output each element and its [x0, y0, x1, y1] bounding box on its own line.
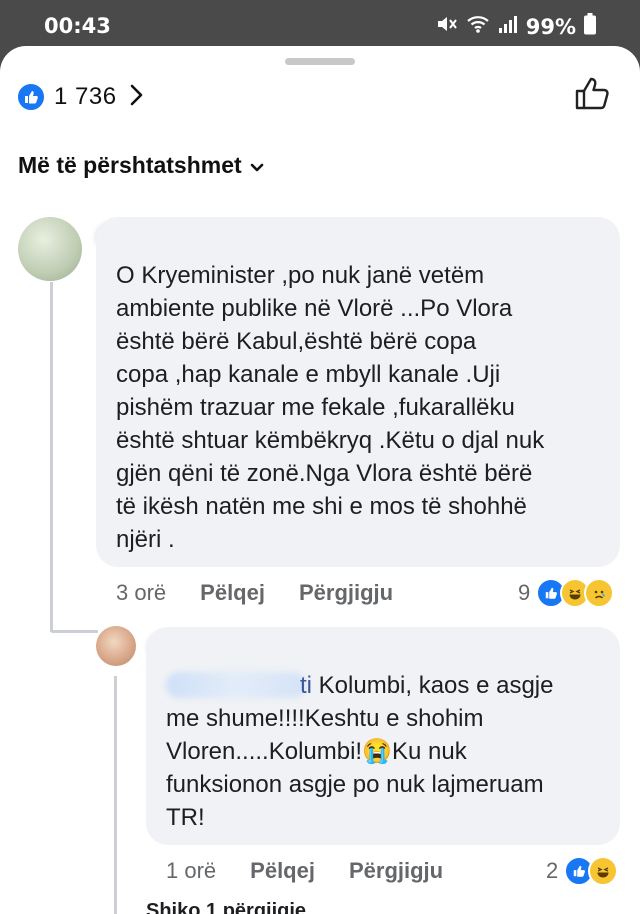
sad-emoji-icon: [584, 578, 615, 608]
comments-sheet: 1 736 Më të përshtatshmet O Kryeminister…: [0, 46, 640, 914]
chevron-down-icon: [242, 152, 264, 179]
comment-text: O Kryeminister ,po nuk janë vetëm ambien…: [116, 262, 545, 553]
thread-line: [50, 282, 53, 632]
comment-time[interactable]: 3 orë: [116, 580, 166, 606]
reply-actions: 1 orë Pëlqej Përgjigju: [166, 858, 477, 884]
reply-button[interactable]: Përgjigju: [349, 858, 443, 884]
avatar[interactable]: [18, 217, 82, 281]
reply-button[interactable]: Përgjigju: [299, 580, 393, 606]
reply-thread-line: [114, 676, 117, 914]
status-bar: 00:43 99%: [0, 0, 640, 46]
comment-actions: 3 orë Pëlqej Përgjigju: [116, 580, 427, 606]
sort-dropdown[interactable]: Më të përshtatshmet: [18, 152, 264, 179]
status-icons: 99%: [436, 13, 596, 40]
battery-icon: [584, 13, 596, 40]
signal-icon: [498, 14, 518, 39]
sort-label: Më të përshtatshmet: [18, 152, 242, 178]
thread-connector: [50, 630, 98, 633]
mute-icon: [436, 14, 458, 39]
comment-reactions[interactable]: 9: [518, 578, 615, 608]
status-time: 00:43: [44, 14, 111, 38]
haha-emoji-icon: [588, 856, 619, 886]
reactions-summary[interactable]: 1 736: [16, 82, 143, 112]
like-badge-icon: [16, 82, 46, 112]
reaction-count: 1 736: [54, 83, 117, 110]
wifi-icon: [466, 14, 490, 39]
mention-link[interactable]: ti: [166, 672, 312, 699]
like-button[interactable]: Pëlqej: [250, 858, 315, 884]
comment-reaction-count: 9: [518, 580, 531, 605]
thumbs-up-icon[interactable]: [574, 76, 610, 115]
view-replies-link[interactable]: Shiko 1 përgjigje: [146, 900, 306, 914]
reply-reaction-count: 2: [546, 858, 559, 883]
reply-time[interactable]: 1 orë: [166, 858, 216, 884]
chevron-right-icon: [129, 83, 143, 112]
reply-text: ti Kolumbi, kaos e asgje me shume!!!!Kes…: [166, 669, 616, 834]
reply-reactions[interactable]: 2: [546, 856, 619, 886]
battery-percent: 99%: [525, 14, 576, 39]
avatar[interactable]: [96, 626, 136, 666]
sheet-grabber[interactable]: [285, 58, 355, 65]
like-button[interactable]: Pëlqej: [200, 580, 265, 606]
